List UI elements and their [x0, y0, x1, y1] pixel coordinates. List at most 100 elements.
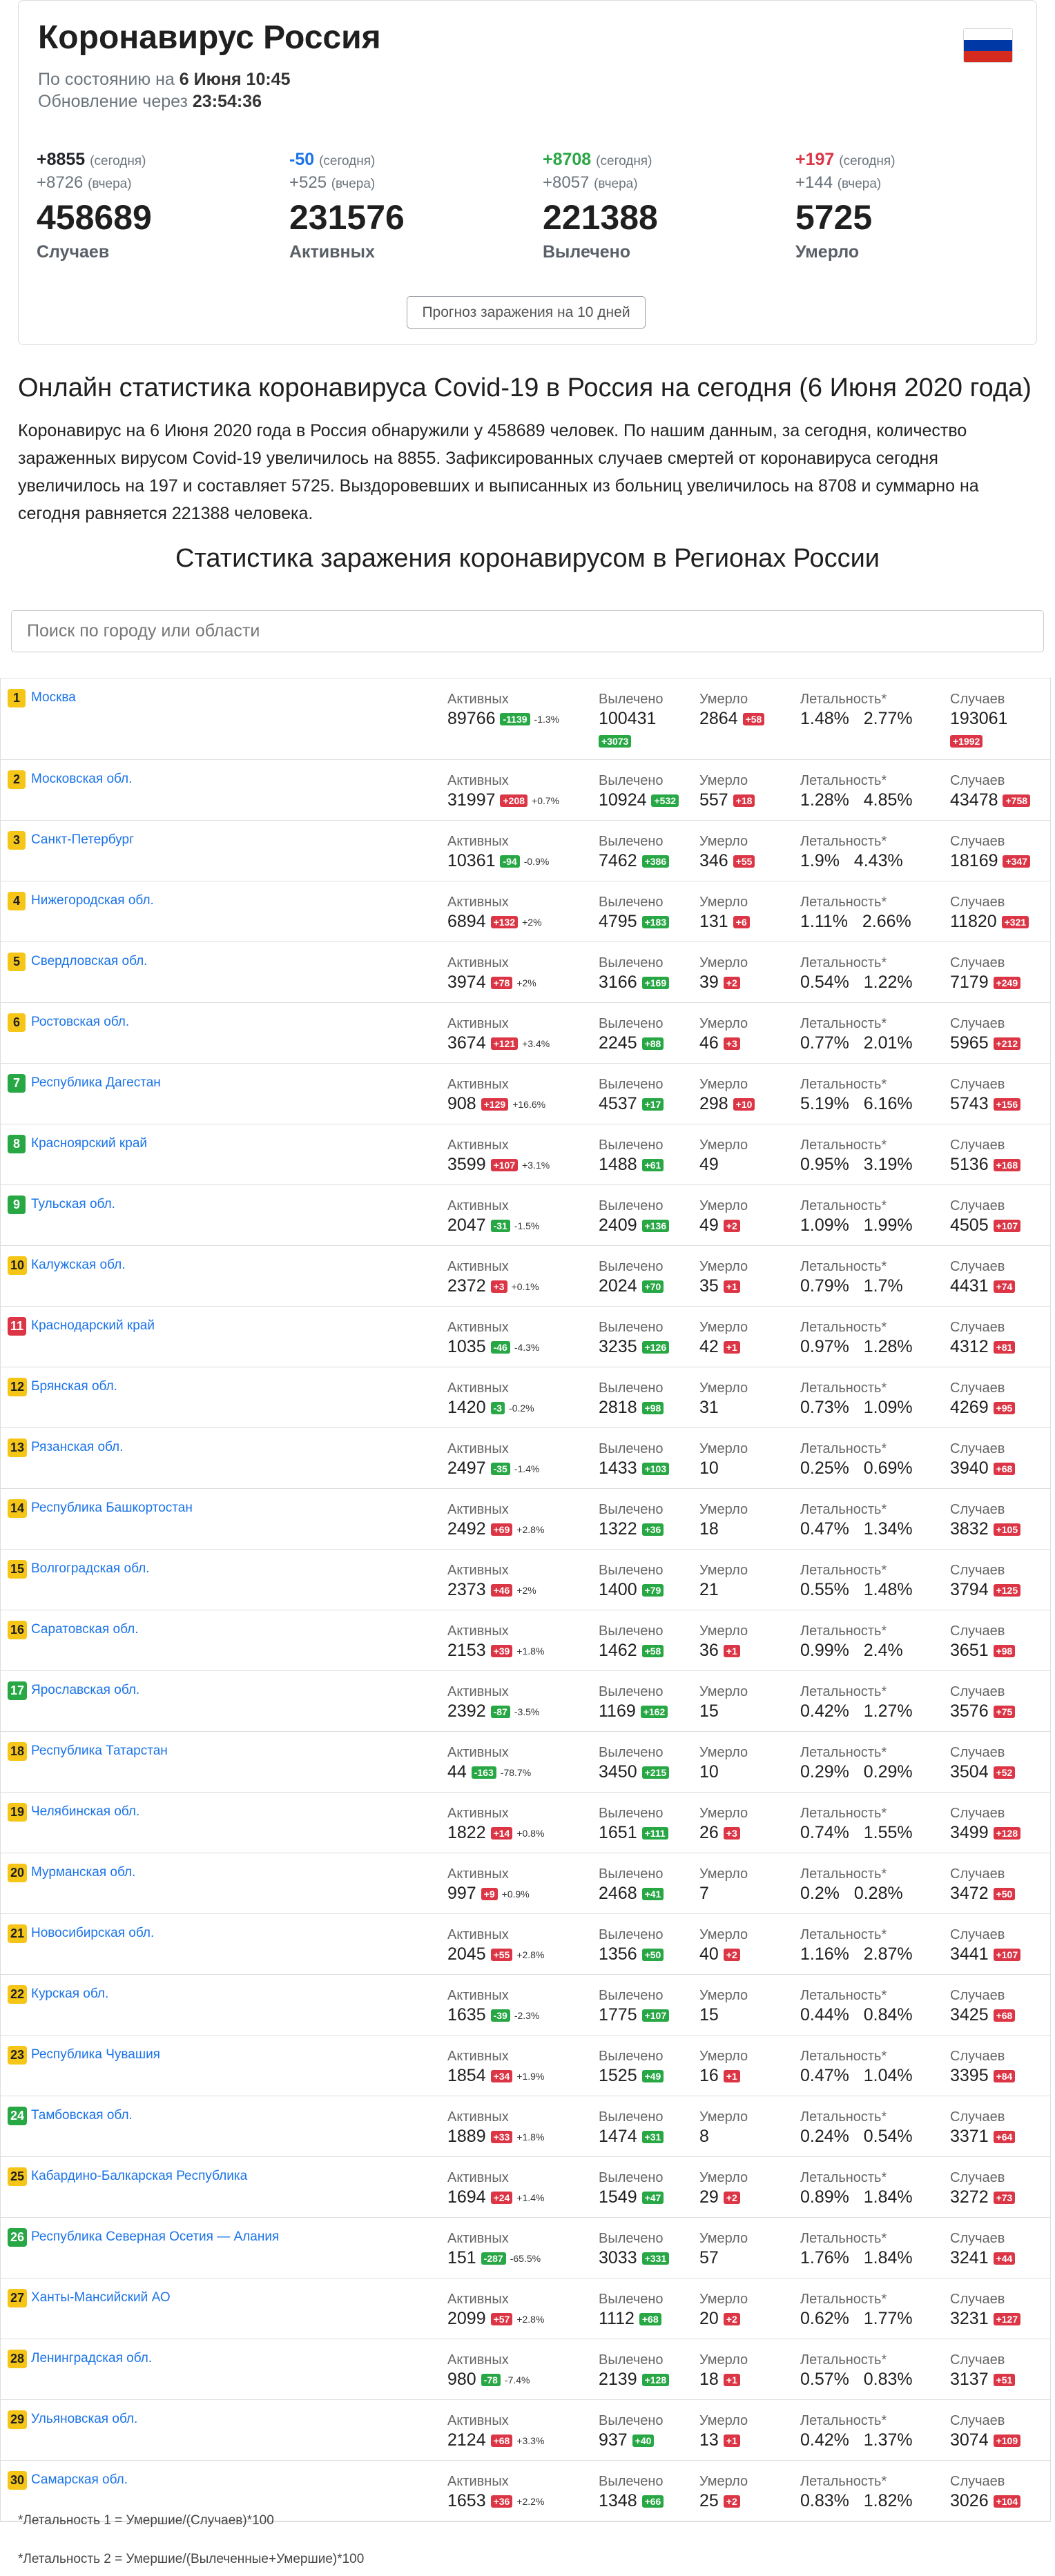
region-link[interactable]: Волгоградская обл. [31, 1561, 149, 1577]
lethality-cell: Летальность* 0.42% 1.37% [800, 2413, 913, 2450]
active-percent: -0.9% [523, 856, 550, 868]
stat-today: +197 (сегодня) [795, 150, 896, 169]
recovered-cell: Вылечено 937 +40 [599, 2413, 664, 2450]
delta-badge: +68 [490, 2434, 513, 2448]
active-percent: +2.8% [516, 1949, 545, 1961]
active-cell: Активных 1653 +36 +2.2% [447, 2474, 545, 2510]
deaths-cell: Умерло 40 +2 [699, 1927, 748, 1964]
rank-badge: 27 [8, 2289, 28, 2307]
lethality-cell: Летальность* 0.97% 1.28% [800, 1320, 913, 1356]
table-row: 6 Ростовская обл. Активных 3674 +121 +3.4% Вы… [1, 1003, 1051, 1064]
active-cell: Активных 89766 -1139 -1.3% [447, 692, 560, 728]
delta-badge: +47 [641, 2192, 664, 2205]
delta-badge: +1992 [950, 735, 983, 748]
table-row: 21 Новосибирская обл. Активных 2045 +55 +2.8… [1, 1914, 1051, 1975]
region-link[interactable]: Республика Татарстан [31, 1744, 168, 1759]
active-percent: +2.8% [516, 1524, 545, 1536]
recovered-cell: Вылечено 3033 +331 [599, 2230, 670, 2269]
delta-badge: -163 [471, 1766, 496, 1779]
recovered-cell: Вылечено 100431 +3073 [599, 692, 664, 748]
stat-today: +8708 (сегодня) [543, 150, 652, 169]
rank-badge: 3 [8, 831, 26, 850]
region-link[interactable]: Москва [31, 690, 76, 705]
region-link[interactable]: Новосибирская обл. [31, 1926, 154, 1941]
region-link[interactable]: Мурманская обл. [31, 1865, 135, 1880]
active-cell: Активных 1635 -39 -2.3% [447, 1988, 540, 2024]
delta-badge: +125 [993, 1584, 1021, 1597]
recovered-cell: Вылечено 1433 +103 [599, 1441, 670, 1479]
delta-badge: +758 [1003, 794, 1031, 808]
table-row: 10 Калужская обл. Активных 2372 +3 +0.1% Выле… [1, 1246, 1051, 1307]
table-row: 30 Самарская обл. Активных 1653 +36 +2.2% Выл… [1, 2461, 1051, 2521]
deaths-cell: Умерло 49 +2 [699, 1198, 748, 1235]
lethality-cell: Летальность* 0.54% 1.22% [800, 955, 913, 992]
lethality-cell: Летальность* 0.74% 1.55% [800, 1806, 913, 1842]
active-percent: -1.4% [514, 1463, 540, 1475]
region-link[interactable]: Брянская обл. [31, 1379, 117, 1394]
active-percent: -3.5% [514, 1706, 540, 1718]
region-link[interactable]: Московская обл. [31, 772, 132, 787]
lethality-cell: Летальность* 1.76% 1.84% [800, 2231, 913, 2267]
region-link[interactable]: Ханты-Мансийский АО [31, 2290, 171, 2305]
delta-badge: +44 [993, 2252, 1016, 2265]
deaths-cell: Умерло 39 +2 [699, 955, 748, 992]
forecast-button[interactable]: Прогноз заражения на 10 дней [407, 296, 646, 329]
deaths-cell: Умерло 10 [699, 1441, 748, 1478]
lethality-cell: Летальность* 1.11% 2.66% [800, 895, 911, 931]
delta-badge: +2 [723, 1220, 740, 1233]
active-cell: Активных 6894 +132 +2% [447, 895, 542, 931]
region-link[interactable]: Краснодарский край [31, 1318, 155, 1334]
region-link[interactable]: Республика Башкортостан [31, 1501, 193, 1516]
region-link[interactable]: Санкт-Петербург [31, 832, 134, 848]
active-cell: Активных 10361 -94 -0.9% [447, 834, 550, 870]
stat-total: 458689 [37, 198, 152, 237]
cases-cell: Случаев 3425 +68 [950, 1987, 1016, 2026]
region-link[interactable]: Ленинградская обл. [31, 2351, 152, 2366]
region-link[interactable]: Самарская обл. [31, 2472, 128, 2488]
deaths-cell: Умерло 29 +2 [699, 2170, 748, 2207]
delta-badge: -87 [490, 1706, 510, 1719]
cases-cell: Случаев 5136 +168 [950, 1137, 1021, 1175]
cases-cell: Случаев 3026 +104 [950, 2473, 1021, 2512]
region-link[interactable]: Республика Дагестан [31, 1075, 161, 1091]
region-link[interactable]: Курская обл. [31, 1987, 108, 2002]
region-link[interactable]: Тульская обл. [31, 1197, 115, 1212]
table-row: 4 Нижегородская обл. Активных 6894 +132 +2% В… [1, 881, 1051, 942]
cases-cell: Случаев 3241 +44 [950, 2230, 1016, 2269]
region-link[interactable]: Калужская обл. [31, 1258, 125, 1273]
cases-cell: Случаев 3137 +51 [950, 2352, 1016, 2390]
region-link[interactable]: Ульяновская обл. [31, 2412, 137, 2427]
deaths-cell: Умерло 131 +6 [699, 894, 750, 933]
region-link[interactable]: Рязанская обл. [31, 1440, 123, 1455]
lethality-cell: Летальность* 0.29% 0.29% [800, 1745, 913, 1782]
region-link[interactable]: Нижегородская обл. [31, 893, 154, 908]
lethality-cell: Летальность* 0.2% 0.28% [800, 1866, 903, 1903]
stat-total: 5725 [795, 198, 873, 237]
region-link[interactable]: Ярославская обл. [31, 1683, 139, 1698]
region-link[interactable]: Красноярский край [31, 1136, 147, 1151]
table-row: 7 Республика Дагестан Активных 908 +129 +16.… [1, 1064, 1051, 1124]
stat-yesterday: +144 (вчера) [795, 173, 882, 192]
delta-badge: -78 [481, 2374, 501, 2387]
cases-cell: Случаев 5965 +212 [950, 1015, 1021, 1054]
active-percent: -78.7% [500, 1767, 532, 1779]
table-row: 9 Тульская обл. Активных 2047 -31 -1.5% Вылеч… [1, 1185, 1051, 1246]
region-link[interactable]: Свердловская обл. [31, 954, 147, 969]
region-link[interactable]: Ростовская обл. [31, 1015, 129, 1030]
delta-badge: +104 [993, 2495, 1021, 2508]
rank-badge: 26 [8, 2228, 28, 2247]
region-link[interactable]: Челябинская обл. [31, 1804, 139, 1819]
region-link[interactable]: Республика Северная Осетия — Алания [31, 2229, 279, 2245]
cases-cell: Случаев 3651 +98 [950, 1623, 1016, 1661]
region-link[interactable]: Саратовская обл. [31, 1622, 138, 1637]
delta-badge: +532 [651, 794, 679, 808]
region-link[interactable]: Кабардино-Балкарская Республика [31, 2169, 247, 2184]
recovered-cell: Вылечено 1348 +66 [599, 2474, 664, 2510]
lethality-cell: Летальность* 1.16% 2.87% [800, 1927, 913, 1964]
delta-badge: +18 [733, 794, 755, 808]
region-link[interactable]: Республика Чувашия [31, 2047, 160, 2062]
search-input[interactable]: Поиск по городу или области [11, 610, 1044, 652]
region-link[interactable]: Тамбовская обл. [31, 2108, 133, 2123]
delta-badge: +40 [632, 2434, 655, 2448]
active-percent: +2.8% [516, 2314, 545, 2325]
